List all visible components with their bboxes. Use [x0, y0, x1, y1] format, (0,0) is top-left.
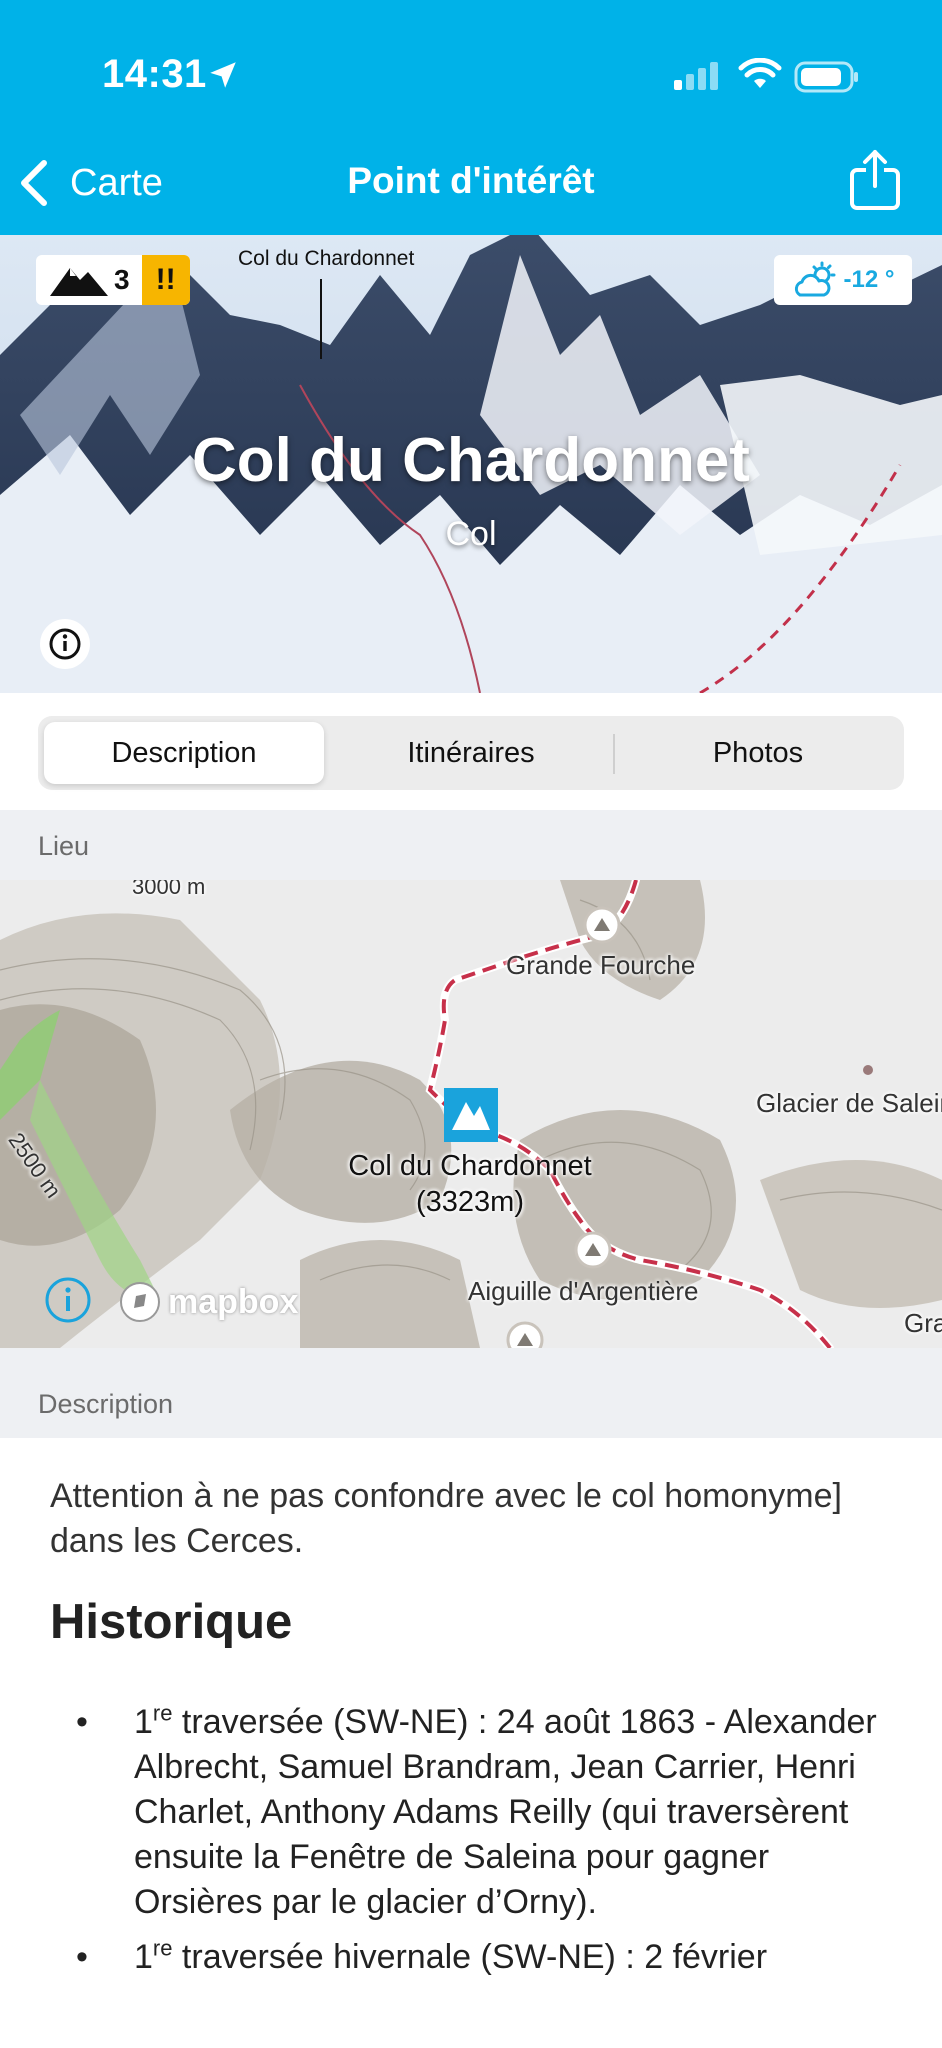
tab-bar: Description Itinéraires Photos [38, 716, 904, 790]
ordinal-suffix: re [152, 1700, 173, 1726]
photo-label: Col du Chardonnet [238, 247, 415, 270]
weather-badge[interactable]: -12 ° [774, 255, 912, 305]
hero-photo: Col du Chardonnet 3 !! -12 ° Col du Char… [0, 235, 942, 693]
temperature: -12 ° [843, 266, 895, 293]
location-arrow-icon [210, 62, 236, 88]
signal-icon [674, 62, 718, 90]
tab-divider [613, 734, 615, 774]
contour-label: 3000 m [132, 880, 206, 899]
photo-info-icon[interactable] [40, 619, 90, 669]
summit-marker [583, 906, 621, 944]
map-poi-label[interactable]: Col du Chardonnet (3323m) [300, 1148, 640, 1220]
section-header-lieu: Lieu [0, 810, 942, 880]
poi-type: Col [445, 515, 497, 553]
tab-itineraires[interactable]: Itinéraires [331, 722, 611, 784]
status-time: 14:31 [102, 52, 207, 96]
wifi-icon [738, 58, 782, 88]
photo-label-pointer [320, 279, 322, 359]
map-poi-altitude: (3323m) [416, 1186, 524, 1218]
description-body: Attention à ne pas confondre avec le col… [0, 1438, 942, 2048]
mountain-difficulty-icon [50, 268, 108, 296]
ordinal-suffix: re [152, 1935, 173, 1961]
battery-icon [794, 61, 858, 93]
section-header-lieu-label: Lieu [38, 831, 90, 861]
history-text: traversée hivernale (SW-NE) : 2 février [172, 1938, 768, 1976]
list-item: • 1re traversée hivernale (SW-NE) : 2 fé… [50, 1935, 900, 1980]
map-label-grande-fourche: Grande Fourche [506, 950, 696, 980]
poi-title: Col du Chardonnet [192, 426, 750, 495]
difficulty-badge: 3 !! [36, 255, 190, 305]
bullet: • [76, 1703, 88, 1741]
map-info-icon[interactable] [44, 1276, 92, 1324]
col-marker [444, 1088, 498, 1142]
map-label-edge: Gra [904, 1308, 942, 1338]
history-title: Historique [50, 1595, 293, 1649]
tab-description[interactable]: Description [44, 722, 324, 784]
map-label-aiguille: Aiguille d'Argentière [468, 1276, 699, 1306]
mapbox-wordmark: mapbox [168, 1282, 299, 1321]
share-icon[interactable] [848, 148, 902, 212]
ordinal: 1 [134, 1938, 153, 1976]
map-view[interactable]: 3000 m 2500 m Grande Fourche Glacier de … [0, 880, 942, 1348]
page-title: Point d'intérêt [347, 160, 595, 201]
list-item: • 1re traversée (SW-NE) : 24 août 1863 -… [50, 1700, 900, 1925]
warning-badge: !! [141, 255, 190, 305]
top-bar: 14:31 Carte Point d'intérêt [0, 0, 942, 235]
ordinal: 1 [134, 1703, 153, 1741]
bullet: • [76, 1938, 88, 1976]
history-list: • 1re traversée (SW-NE) : 24 août 1863 -… [50, 1700, 900, 1990]
mapbox-logo[interactable]: mapbox [118, 1280, 298, 1324]
section-header-description-label: Description [38, 1389, 174, 1419]
section-header-description: Description [0, 1348, 942, 1438]
difficulty-value: 3 [114, 264, 130, 295]
map-poi-name: Col du Chardonnet [348, 1150, 592, 1182]
tab-photos[interactable]: Photos [618, 722, 898, 784]
history-text: traversée (SW-NE) : 24 août 1863 - Alexa… [134, 1703, 877, 1921]
map-label-glacier: Glacier de Saleina [756, 1088, 942, 1118]
partly-cloudy-icon [794, 261, 836, 297]
description-text: Attention à ne pas confondre avec le col… [50, 1477, 842, 1560]
mapbox-icon [120, 1282, 160, 1322]
